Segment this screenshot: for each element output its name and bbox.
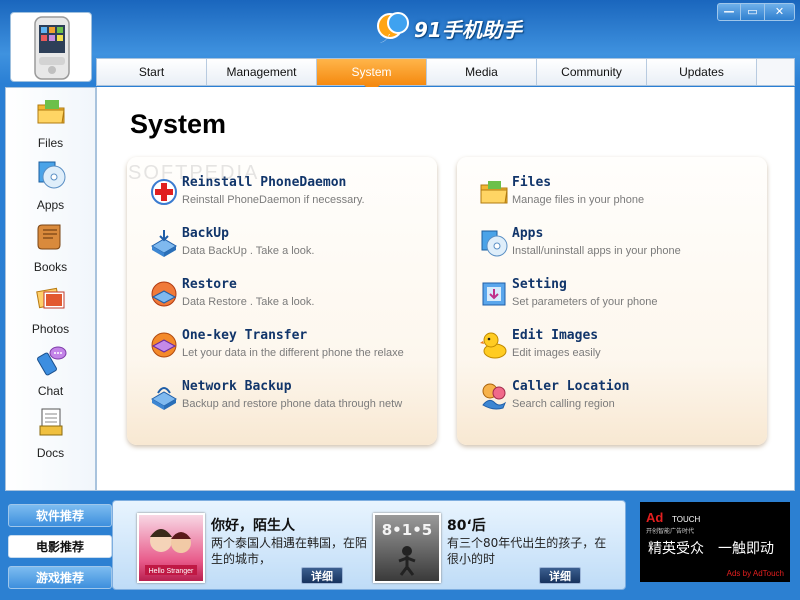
apps-cd-icon — [38, 161, 65, 189]
poster-title: Hello Stranger — [149, 568, 194, 575]
phone-icon — [34, 16, 70, 80]
caller-icon — [482, 383, 507, 410]
minimize-button[interactable]: — — [717, 3, 741, 21]
item-title: One-key Transfer — [182, 328, 308, 343]
promo-desc: 两个泰国人相遇在韩国，在陌生的城市， — [211, 536, 368, 566]
sidebar-item-label: Books — [33, 260, 68, 274]
chat-phone-icon — [36, 346, 66, 376]
ad-brand: Ad — [646, 510, 664, 525]
apps-cd-icon — [481, 230, 508, 257]
item-title: Apps — [512, 226, 544, 241]
item-desc: Data BackUp . Take a look. — [182, 245, 315, 257]
device-thumbnail[interactable] — [10, 12, 92, 82]
logo-text: 91手机助手 — [414, 17, 522, 42]
system-tools-card: Reinstall PhoneDaemon Reinstall PhoneDae… — [127, 157, 437, 445]
network-backup-icon — [151, 387, 177, 410]
sidebar-item-label: Files — [37, 136, 64, 150]
tab-software-recommend[interactable]: 软件推荐 — [8, 504, 112, 527]
promo-title: 你好，陌生人 — [211, 518, 295, 534]
tab-game-recommend[interactable]: 游戏推荐 — [8, 566, 112, 589]
sidebar-item-apps[interactable]: Apps — [6, 154, 95, 214]
item-title: BackUp — [182, 226, 229, 241]
movie-poster[interactable]: Hello Stranger — [137, 513, 205, 583]
ad-brand-suffix: TOUCH — [672, 515, 701, 524]
item-desc: Install/uninstall apps in your phone — [512, 245, 681, 257]
item-desc: Let your data in the different phone the… — [182, 347, 404, 359]
sidebar-item-label: Photos — [31, 322, 70, 336]
logo-mark-icon — [376, 10, 412, 46]
edit-images-item[interactable]: Edit Images Edit images easily — [479, 328, 769, 368]
tab-system[interactable]: System — [317, 59, 427, 93]
item-desc: Search calling region — [512, 398, 615, 410]
maximize-button[interactable]: ▭ — [741, 3, 765, 21]
sidebar-item-books[interactable]: Books — [6, 216, 95, 276]
files-item[interactable]: Files Manage files in your phone — [479, 175, 769, 215]
sidebar-item-label: Apps — [36, 198, 65, 212]
tab-community[interactable]: Community — [537, 59, 647, 85]
photos-icon — [35, 287, 64, 309]
restore-icon — [151, 281, 177, 307]
recommend-tabs: 软件推荐 电影推荐 游戏推荐 — [8, 504, 114, 597]
main-tab-bar: Start Management System Media Community … — [96, 58, 795, 93]
promo-detail-button[interactable]: 详细 — [539, 567, 581, 584]
movie-poster[interactable]: 8•1•5 — [373, 513, 441, 583]
network-backup-item[interactable]: Network Backup Backup and restore phone … — [149, 379, 439, 419]
item-title: Caller Location — [512, 379, 630, 394]
promo-desc: 有三个80年代出生的孩子，在很小的时 — [447, 536, 607, 566]
tab-management[interactable]: Management — [207, 59, 317, 85]
ad-subtitle: 开创智能广告时代 — [646, 528, 695, 535]
sidebar-item-chat[interactable]: Chat — [6, 340, 95, 400]
promo-detail-button[interactable]: 详细 — [301, 567, 343, 584]
item-desc: Set parameters of your phone — [512, 296, 658, 308]
tab-start[interactable]: Start — [97, 59, 207, 85]
restore-item[interactable]: Restore Data Restore . Take a look. — [149, 277, 439, 317]
apps-item[interactable]: Apps Install/uninstall apps in your phon… — [479, 226, 769, 266]
sidebar-item-docs[interactable]: Docs — [6, 402, 95, 462]
ad-slogan: 精英受众 一触即动 — [648, 541, 774, 557]
item-desc: Reinstall PhoneDaemon if necessary. — [182, 194, 365, 206]
settings-icon — [482, 282, 506, 306]
close-button[interactable]: ✕ — [765, 3, 795, 21]
sidebar-item-photos[interactable]: Photos — [6, 278, 95, 338]
promo-title: 80‘后 — [447, 518, 486, 534]
sidebar-item-label: Chat — [37, 384, 64, 398]
poster-title: 8•1•5 — [382, 521, 433, 539]
item-desc: Edit images easily — [512, 347, 601, 359]
item-title: Edit Images — [512, 328, 599, 343]
page-title: System — [130, 109, 227, 139]
folder-icon — [480, 181, 508, 204]
main-panel: System Reinstall PhoneDaemon Reinstall P… — [96, 87, 795, 491]
duck-icon — [480, 332, 507, 359]
app-window: 91手机助手 — ▭ ✕ Start Management System Med… — [0, 0, 800, 600]
item-title: Restore — [182, 277, 237, 292]
movie-promo-panel: Hello Stranger 你好，陌生人 两个泰国人相遇在韩国，在陌生的城市，… — [112, 500, 626, 590]
item-title: Setting — [512, 277, 567, 292]
docs-icon — [39, 408, 62, 436]
sidebar: Files Apps Books Photos Chat Docs — [5, 87, 96, 491]
softpedia-watermark: SOFTPEDIA — [128, 162, 260, 184]
tab-updates[interactable]: Updates — [647, 59, 757, 85]
backup-item[interactable]: BackUp Data BackUp . Take a look. — [149, 226, 439, 266]
folder-icon — [37, 100, 65, 124]
item-desc: Data Restore . Take a look. — [182, 296, 315, 308]
sidebar-item-label: Docs — [36, 446, 65, 460]
one-key-transfer-item[interactable]: One-key Transfer Let your data in the di… — [149, 328, 439, 368]
tab-movie-recommend[interactable]: 电影推荐 — [8, 535, 112, 558]
item-desc: Backup and restore phone data through ne… — [182, 398, 403, 410]
ad-banner[interactable]: Ad TOUCH 开创智能广告时代 精英受众 一触即动 Ads by AdTou… — [640, 502, 790, 582]
app-logo: 91手机助手 — [376, 10, 522, 46]
item-desc: Manage files in your phone — [512, 194, 645, 206]
ad-footer: Ads by AdTouch — [726, 569, 784, 578]
sidebar-item-files[interactable]: Files — [6, 92, 95, 152]
scroll-icon — [37, 224, 60, 250]
item-title: Network Backup — [182, 379, 292, 394]
transfer-icon — [151, 332, 177, 358]
setting-item[interactable]: Setting Set parameters of your phone — [479, 277, 769, 317]
phone-tools-card: Files Manage files in your phone Apps In… — [457, 157, 767, 445]
backup-disk-icon — [151, 230, 177, 257]
item-title: Files — [512, 175, 552, 190]
caller-location-item[interactable]: Caller Location Search calling region — [479, 379, 769, 419]
tab-media[interactable]: Media — [427, 59, 537, 85]
